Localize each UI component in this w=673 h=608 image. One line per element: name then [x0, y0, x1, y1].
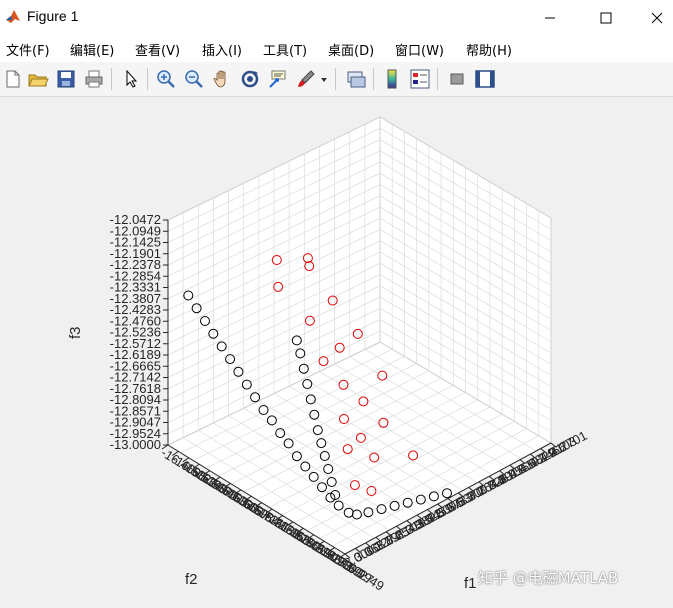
maximize-button[interactable]	[583, 0, 629, 36]
close-icon	[651, 12, 662, 24]
zoom-out-icon[interactable]	[183, 68, 205, 90]
save-icon[interactable]	[55, 68, 77, 90]
close-button[interactable]	[640, 0, 673, 36]
open-file-icon[interactable]	[27, 68, 49, 90]
menu-view[interactable]: 查看(V)	[135, 40, 180, 59]
matlab-logo-icon	[6, 10, 20, 23]
menu-bar: 文件(F) 编辑(E) 查看(V) 插入(I) 工具(T) 桌面(D) 窗口(W…	[0, 36, 673, 62]
colorbar-icon[interactable]	[381, 68, 403, 90]
menu-window[interactable]: 窗口(W)	[395, 40, 444, 59]
menu-desktop[interactable]: 桌面(D)	[328, 40, 374, 59]
figure-toolbar	[0, 62, 673, 97]
chevron-down-icon[interactable]	[318, 68, 330, 90]
maximize-icon	[600, 12, 612, 24]
toolbar-separator	[437, 68, 438, 90]
edit-plot-arrow-icon[interactable]	[120, 68, 142, 90]
z-axis-label: f3	[67, 326, 84, 339]
scatter3-plot[interactable]: -12.0472-12.0949-12.1425-12.1901-12.2378…	[0, 97, 673, 608]
brush-icon[interactable]	[295, 68, 317, 90]
minimize-icon	[545, 17, 555, 19]
menu-file[interactable]: 文件(F)	[6, 40, 50, 59]
watermark: 知乎 @电磁MATLAB	[478, 569, 619, 587]
menu-tools[interactable]: 工具(T)	[263, 40, 307, 59]
toolbar-separator	[147, 68, 148, 90]
pan-hand-icon[interactable]	[211, 68, 233, 90]
minimize-button[interactable]	[527, 0, 573, 36]
menu-help[interactable]: 帮助(H)	[466, 40, 512, 59]
rotate-3d-icon[interactable]	[239, 68, 261, 90]
x-tick-label: 4.2701	[547, 428, 589, 460]
menu-insert[interactable]: 插入(I)	[202, 40, 242, 59]
link-plot-icon[interactable]	[345, 68, 367, 90]
toolbar-separator	[373, 68, 374, 90]
z-tick-label: -13.0000	[110, 437, 161, 452]
new-figure-icon[interactable]	[2, 68, 24, 90]
title-bar: Figure 1	[0, 0, 673, 36]
x-axis-label: f1	[464, 575, 477, 592]
hide-plot-tools-icon[interactable]	[446, 68, 468, 90]
zoom-in-icon[interactable]	[155, 68, 177, 90]
show-plot-tools-icon[interactable]	[474, 68, 496, 90]
legend-icon[interactable]	[409, 68, 431, 90]
toolbar-separator	[335, 68, 336, 90]
print-icon[interactable]	[83, 68, 105, 90]
toolbar-separator	[111, 68, 112, 90]
data-cursor-icon[interactable]	[267, 68, 289, 90]
y-axis-label: f2	[185, 571, 198, 588]
window-title: Figure 1	[27, 8, 79, 24]
figure-canvas[interactable]: -12.0472 -12.0949 -12.1425 -12.1901 -12.2378…	[0, 97, 673, 608]
menu-edit[interactable]: 编辑(E)	[70, 40, 114, 59]
